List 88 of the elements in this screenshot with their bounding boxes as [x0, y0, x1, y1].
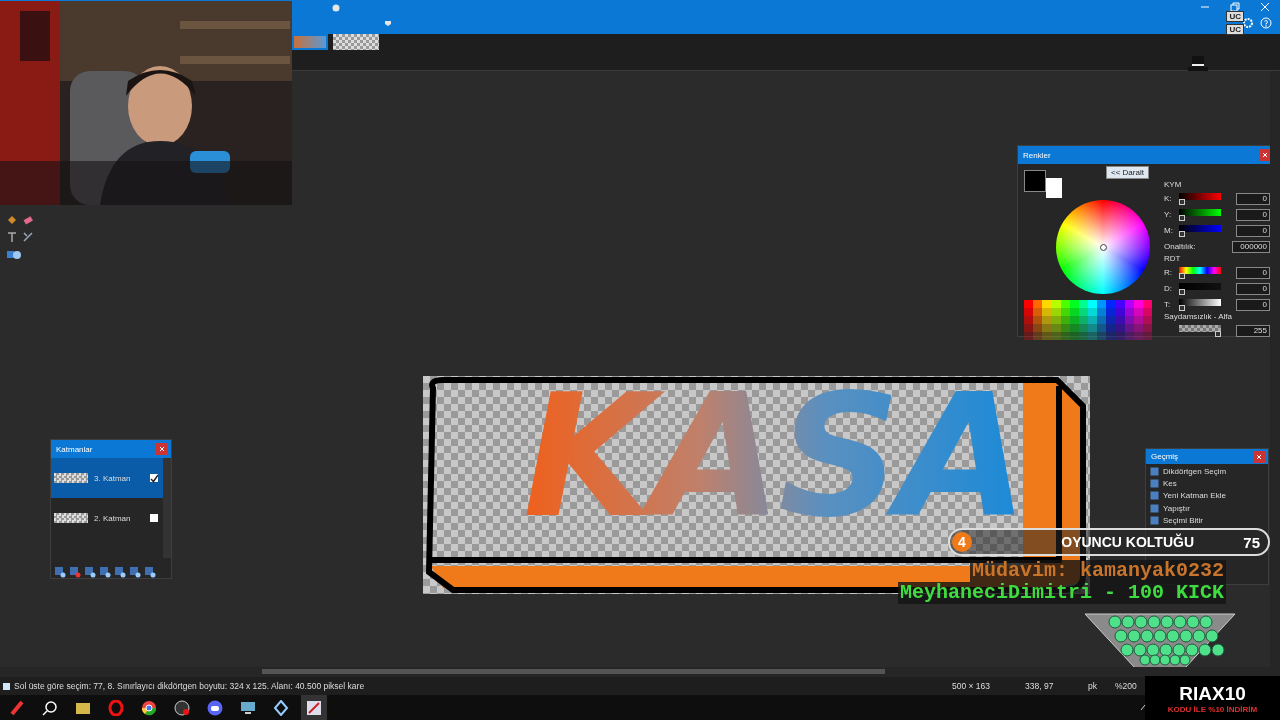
panel-title: Renkler [1023, 150, 1051, 160]
hex-label: Onaltılık: [1164, 242, 1197, 251]
number-field[interactable]: 0 [1236, 298, 1270, 311]
channel-label: T: [1164, 300, 1172, 309]
channel-label: D: [1164, 284, 1173, 293]
channel-label: M: [1164, 226, 1174, 235]
sponsor-name: RIAX10 [1179, 682, 1246, 705]
alpha-slider[interactable] [1179, 324, 1221, 337]
history-item[interactable]: Kes [1146, 477, 1268, 490]
number-field[interactable]: 0 [1236, 192, 1270, 205]
monitor-icon[interactable] [240, 699, 256, 716]
caret-icon[interactable] [384, 20, 392, 27]
layer-item[interactable]: 3. Katman [51, 458, 163, 498]
number-field[interactable]: 0 [1236, 266, 1270, 279]
channel-label: R: [1164, 268, 1173, 277]
sponsor-tagline: KODU İLE %10 İNDİRİM [1167, 704, 1258, 714]
image-thumbnail[interactable] [333, 34, 379, 50]
number-field[interactable]: 255 [1236, 324, 1270, 337]
history-item[interactable]: Seçimi Bitir [1146, 514, 1268, 527]
panel-title: Geçmiş [1151, 452, 1179, 461]
layer-tool-icon[interactable] [129, 566, 141, 578]
app-icon[interactable] [174, 699, 190, 716]
channel-label: K: [1164, 194, 1173, 203]
layer-tool-icon[interactable] [99, 566, 111, 578]
shapes-icon[interactable] [6, 248, 22, 260]
layer-tool-icon[interactable] [69, 566, 81, 578]
cursor-position: 338, 97 [1025, 681, 1054, 691]
eraser-icon[interactable] [22, 214, 34, 226]
help-icon[interactable] [1260, 17, 1272, 29]
channel-slider[interactable] [1179, 192, 1221, 205]
app-icon[interactable] [9, 699, 25, 716]
close-button[interactable] [1259, 149, 1271, 161]
history-item[interactable]: Dikdörtgen Seçim [1146, 465, 1268, 478]
secondary-color-swatch[interactable] [1046, 178, 1062, 198]
status-message: Sol üste göre seçim: 77, 8. Sınırlayıcı dikdörtgen boyutu: 324 x 125. Alanı: 40.500 piksel kare [14, 681, 365, 691]
unit-dropdown[interactable]: pk [1088, 681, 1097, 691]
layer-item[interactable]: 2. Katman [51, 498, 163, 538]
zoom-level[interactable]: %200 [1115, 681, 1137, 691]
collapse-button[interactable]: << Daralt [1106, 166, 1149, 179]
scrollbar[interactable] [1270, 71, 1280, 667]
panel-title: Katmanlar [56, 444, 93, 454]
hex-field[interactable]: 000000 [1232, 240, 1270, 253]
section-heading: Saydamsızlık - Alfa [1164, 312, 1234, 321]
number-field[interactable]: 0 [1236, 282, 1270, 295]
paint-bucket-icon[interactable] [6, 214, 18, 226]
dot-icon [332, 4, 340, 12]
close-icon[interactable] [1260, 2, 1270, 12]
layer-tool-icon[interactable] [144, 566, 156, 578]
number-field[interactable]: 0 [1236, 224, 1270, 237]
layer-tool-icon[interactable] [114, 566, 126, 578]
primary-color-swatch[interactable] [1024, 170, 1046, 192]
channel-slider[interactable] [1179, 224, 1221, 237]
scrollbar-thumb[interactable] [262, 669, 885, 674]
visibility-checkbox[interactable] [150, 474, 158, 482]
layer-tool-icon[interactable] [84, 566, 96, 578]
text-tool-icon[interactable] [6, 231, 18, 243]
history-item[interactable]: Yapıştır [1146, 502, 1268, 515]
app-icon[interactable] [273, 699, 289, 716]
visibility-checkbox[interactable] [150, 514, 158, 522]
search-icon[interactable] [42, 699, 58, 716]
image-size: 500 × 163 [952, 681, 991, 691]
scrollbar[interactable] [163, 458, 171, 558]
section-heading: RDT [1164, 254, 1182, 263]
opera-icon[interactable] [108, 699, 124, 716]
image-thumbnail[interactable] [292, 34, 328, 50]
restore-icon[interactable] [1230, 2, 1240, 12]
seat-label: OYUNCU KOLTUĞU [1060, 534, 1195, 550]
number-field[interactable]: 0 [1236, 208, 1270, 221]
channel-slider[interactable] [1179, 266, 1221, 279]
line-tool-icon[interactable] [22, 231, 34, 243]
section-heading: KYM [1164, 180, 1183, 189]
channel-slider[interactable] [1179, 282, 1221, 295]
color-palette[interactable] [1024, 300, 1152, 340]
channel-slider[interactable] [1179, 298, 1221, 311]
discord-icon[interactable] [207, 699, 223, 716]
chat-message: MeyhaneciDimitri - 100 KICK [898, 582, 1227, 604]
currency-badge: UC [1226, 24, 1244, 35]
layer-tool-icon[interactable] [54, 566, 66, 578]
channel-label: Y: [1164, 210, 1173, 219]
top-hat-icon [1187, 54, 1209, 74]
seat-score: 75 [1243, 533, 1260, 551]
settings-icon[interactable] [1242, 17, 1254, 29]
currency-badge: UC [1226, 11, 1244, 22]
selection-icon [3, 682, 10, 690]
chat-message: Müdavim: kamanyak0232 [970, 560, 1227, 582]
channel-slider[interactable] [1179, 208, 1221, 221]
history-item[interactable]: Yeni Katman Ekle [1146, 489, 1268, 503]
chrome-icon[interactable] [141, 699, 157, 716]
